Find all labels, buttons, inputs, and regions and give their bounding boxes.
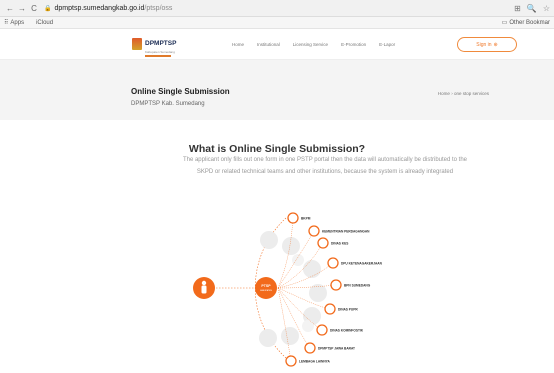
sign-in-label: Sign in	[476, 41, 492, 48]
doc-icon	[309, 284, 327, 302]
node-dpmptsp-jawa-barat: DPMPTSP JAWA BARAT	[304, 342, 355, 354]
bookmark-icloud-label: iCloud	[36, 19, 54, 26]
menu-licensing-service[interactable]: Licensing Service	[293, 42, 328, 47]
url-path: /ptsp/oss	[144, 4, 173, 12]
doc-icon	[281, 327, 299, 345]
bookmark-other-label: Other Bookmar	[509, 19, 550, 26]
oss-integration-diagram: PTSP KABUPATEN BKPM KEMENTRIAN PERDAGANG…	[186, 208, 486, 368]
doc-icon	[259, 329, 277, 347]
main-menu: Home Institutional Licensing Service E-P…	[232, 42, 395, 47]
doc-icon	[292, 254, 304, 266]
site-logo[interactable]: DPMPTSP Kabupaten Sumedang	[132, 32, 192, 57]
forward-icon[interactable]: →	[16, 4, 28, 13]
page-title: Online Single Submission	[131, 87, 230, 96]
url-host: dpmptsp.sumedangkab.go.id	[54, 4, 145, 12]
logo-subtext: Kabupaten Sumedang	[145, 49, 175, 54]
person-icon	[201, 280, 207, 294]
doc-icon	[260, 231, 278, 249]
bookmark-icloud[interactable]: iCloud	[34, 20, 53, 26]
lock-icon: 🔒	[44, 5, 52, 12]
ptsp-sublabel: KABUPATEN	[260, 289, 272, 292]
translate-icon[interactable]: ⊞	[514, 4, 521, 13]
apps-grid-icon: ⠿	[4, 20, 9, 26]
node-kominfostik-label: DINAS KOMINFOSTIK	[330, 329, 364, 333]
logo-strip	[145, 54, 171, 57]
menu-institutional[interactable]: Institutional	[257, 42, 280, 47]
node-kementrian-label: KEMENTRIAN PERDAGANGAN	[322, 230, 370, 234]
breadcrumb: Home › one stop services	[438, 91, 489, 96]
section-description: The applicant only fills out one form in…	[182, 157, 468, 175]
doc-icon	[303, 260, 321, 278]
zoom-icon[interactable]: 🔍	[527, 4, 537, 13]
node-dinas-pupr: DINAS PUPR	[324, 303, 358, 315]
bookmark-apps[interactable]: ⠿ Apps	[4, 19, 25, 27]
bookmark-other[interactable]: ▭ Other Bookmar	[501, 19, 550, 27]
node-pupr-label: DINAS PUPR	[338, 308, 358, 312]
breadcrumb-home[interactable]: Home	[438, 91, 450, 96]
doc-icon	[302, 320, 314, 332]
page-subtitle: DPMPTSP Kab. Sumedang	[131, 101, 205, 107]
menu-e-promotion[interactable]: E-Promotion	[341, 42, 366, 47]
star-icon[interactable]: ☆	[543, 4, 550, 13]
site-header: DPMPTSP Kabupaten Sumedang Home Institut…	[0, 29, 554, 60]
diagram-svg: PTSP KABUPATEN BKPM KEMENTRIAN PERDAGANG…	[193, 212, 383, 367]
menu-home[interactable]: Home	[232, 42, 244, 47]
node-bkpm-label: BKPM	[301, 217, 311, 221]
back-icon[interactable]: ←	[4, 4, 16, 13]
node-lembaga-label: LEMBAGA LAINNYA	[299, 360, 330, 364]
menu-e-lapor[interactable]: E-Lapor	[379, 42, 395, 47]
node-bpn-sumedang: BPN SUMEDANG	[330, 279, 371, 291]
folder-icon: ▭	[501, 20, 508, 26]
logo-text: DPMPTSP	[145, 39, 177, 47]
node-dpu-label: DPU KETENAGAKERJAAN	[341, 262, 383, 266]
bookmarks-bar: ⠿ Apps iCloud ▭ Other Bookmar	[0, 17, 554, 29]
page-hero: Online Single Submission DPMPTSP Kab. Su…	[0, 60, 554, 120]
section-title: What is Online Single Submission?	[188, 143, 366, 155]
node-jabar-label: DPMPTSP JAWA BARAT	[318, 347, 355, 351]
breadcrumb-separator: ›	[451, 91, 453, 96]
ptsp-center-node	[255, 277, 277, 299]
node-dinas-kominfostik: DINAS KOMINFOSTIK	[316, 324, 364, 336]
address-bar[interactable]: 🔒 dpmptsp.sumedangkab.go.id/ptsp/oss	[44, 5, 514, 12]
ptsp-label: PTSP	[261, 284, 271, 288]
node-kementrian-perdagangan: KEMENTRIAN PERDAGANGAN	[308, 225, 370, 237]
sign-in-icon: ⊕	[493, 41, 498, 48]
bookmark-apps-label: Apps	[10, 19, 25, 26]
breadcrumb-current: one stop services	[453, 91, 489, 96]
logo-emblem-icon	[132, 38, 142, 50]
node-bkpm: BKPM	[287, 212, 311, 224]
reload-icon[interactable]: C	[28, 4, 40, 13]
node-dinas-kes-label: DINAS KES	[331, 242, 348, 246]
node-dinas-kes: DINAS KES	[317, 237, 348, 249]
browser-toolbar: ← → C 🔒 dpmptsp.sumedangkab.go.id/ptsp/o…	[0, 0, 554, 17]
sign-in-button[interactable]: Sign in ⊕	[457, 37, 517, 52]
node-dpu-ketenagakerjaan: DPU KETENAGAKERJAAN	[327, 257, 383, 269]
node-bpn-label: BPN SUMEDANG	[344, 284, 371, 288]
